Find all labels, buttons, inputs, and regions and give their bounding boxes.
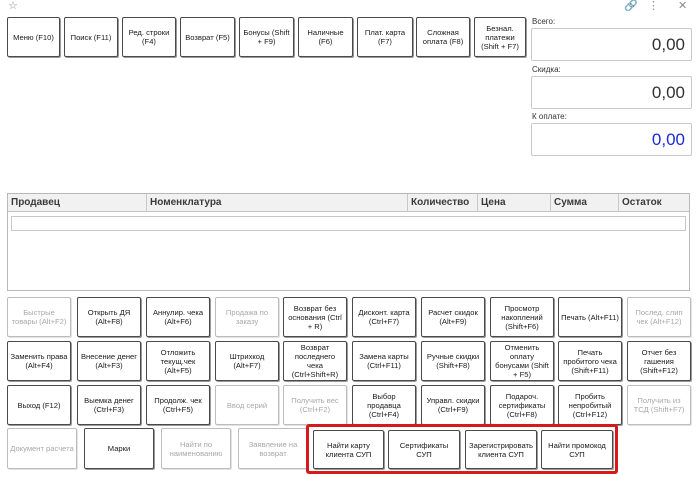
to-pay-field: 0,00	[531, 123, 692, 156]
replace-rights-button[interactable]: Заменить права (Alt+F4)	[7, 341, 71, 381]
total-field: 0,00	[531, 28, 692, 61]
edit-row-button[interactable]: Ред. строки (F4)	[122, 17, 176, 57]
cash-button[interactable]: Наличные (F6)	[298, 17, 353, 57]
cashless-payments-button[interactable]: Безнал. платежи (Shift + F7)	[474, 17, 526, 57]
get-weight-button[interactable]: Получить вес (Ctrl+F2)	[283, 385, 347, 425]
print-punched-receipt-button[interactable]: Печать пробитого чека (Shift+F11)	[558, 341, 622, 381]
sale-by-order-button[interactable]: Продажа по заказу	[215, 297, 279, 337]
more-icon[interactable]: ⋮	[648, 0, 659, 13]
cash-withdrawal-button[interactable]: Выемка денег (Ctrl+F3)	[77, 385, 141, 425]
discount-label: Скидка:	[532, 65, 561, 74]
menu-button[interactable]: Меню (F10)	[7, 17, 60, 57]
close-icon[interactable]: ✕	[678, 0, 687, 13]
report-without-closing-button[interactable]: Отчет без гашения (Shift+F12)	[627, 341, 691, 381]
bonuses-button[interactable]: Бонусы (Shift + F9)	[239, 17, 294, 57]
manual-discounts-button[interactable]: Ручные скидки (Shift+F8)	[421, 341, 485, 381]
payment-document-button[interactable]: Документ расчета	[7, 428, 77, 469]
last-slip-receipt-button[interactable]: Послед. слип чек (Alt+F12)	[627, 297, 691, 337]
cash-deposit-button[interactable]: Внесение денег (Alt+F3)	[77, 341, 141, 381]
complex-payment-button[interactable]: Сложная оплата (F8)	[416, 17, 470, 57]
column-nomenclature[interactable]: Номенклатура	[147, 194, 408, 212]
card-payment-button[interactable]: Плат. карта (F7)	[357, 17, 413, 57]
manage-discounts-button[interactable]: Управл. скидки (Ctrl+F9)	[421, 385, 485, 425]
column-sum[interactable]: Сумма	[551, 194, 619, 212]
discount-field: 0,00	[531, 76, 692, 109]
view-accumulations-button[interactable]: Просмотр накоплений (Shift+F6)	[490, 297, 554, 337]
return-button[interactable]: Возврат (F5)	[180, 17, 235, 57]
find-by-name-button[interactable]: Найти по наименованию	[161, 428, 231, 469]
replace-card-button[interactable]: Замена карты (Ctrl+F11)	[352, 341, 416, 381]
column-remainder[interactable]: Остаток	[619, 194, 689, 212]
enter-series-button[interactable]: Ввод серий	[215, 385, 279, 425]
table-header: Продавец Номенклатура Количество Цена Су…	[8, 194, 689, 212]
column-price[interactable]: Цена	[478, 194, 551, 212]
marks-button[interactable]: Марки	[84, 428, 154, 469]
highlight-frame	[306, 424, 618, 474]
column-quantity[interactable]: Количество	[408, 194, 478, 212]
table-row[interactable]	[11, 216, 686, 231]
cancel-bonus-payment-button[interactable]: Отменить оплату бонусами (Shift + F5)	[490, 341, 554, 381]
postpone-receipt-button[interactable]: Отложить текущ.чек (Alt+F5)	[146, 341, 210, 381]
return-without-basis-button[interactable]: Возврат без основания (Ctrl + R)	[283, 297, 347, 337]
select-seller-button[interactable]: Выбор продавца (Ctrl+F4)	[352, 385, 416, 425]
cancel-receipt-button[interactable]: Аннулир. чека (Alt+F6)	[146, 297, 210, 337]
get-from-tsd-button[interactable]: Получить из ТСД (Shift+F7)	[627, 385, 691, 425]
title-bar: ☆ 🔗 ⋮ ✕	[0, 0, 698, 14]
to-pay-label: К оплате:	[532, 112, 567, 121]
punch-unpunched-button[interactable]: Пробить непробитый (Ctrl+F12)	[558, 385, 622, 425]
items-table[interactable]: Продавец Номенклатура Количество Цена Су…	[7, 193, 690, 291]
continue-receipt-button[interactable]: Продолж. чек (Ctrl+F5)	[146, 385, 210, 425]
link-icon[interactable]: 🔗	[624, 0, 638, 13]
return-statement-button[interactable]: Заявление на возврат	[238, 428, 308, 469]
total-label: Всего:	[532, 17, 556, 26]
star-icon[interactable]: ☆	[8, 0, 18, 13]
print-button[interactable]: Печать (Alt+F11)	[558, 297, 622, 337]
exit-button[interactable]: Выход (F12)	[7, 385, 71, 425]
search-button[interactable]: Поиск (F11)	[64, 17, 118, 57]
quick-goods-button[interactable]: Быстрые товары (Alt+F2)	[7, 297, 71, 337]
return-last-receipt-button[interactable]: Возврат последнего чека (Ctrl+Shift+R)	[283, 341, 347, 381]
gift-certificates-button[interactable]: Подароч. сертификаты (Ctrl+F8)	[490, 385, 554, 425]
column-seller[interactable]: Продавец	[8, 194, 147, 212]
calculate-discounts-button[interactable]: Расчет скидок (Alt+F9)	[421, 297, 485, 337]
barcode-button[interactable]: Штрихкод (Alt+F7)	[215, 341, 279, 381]
open-cash-drawer-button[interactable]: Открыть ДЯ (Alt+F8)	[77, 297, 141, 337]
discount-card-button[interactable]: Дисконт. карта (Ctrl+F7)	[352, 297, 416, 337]
